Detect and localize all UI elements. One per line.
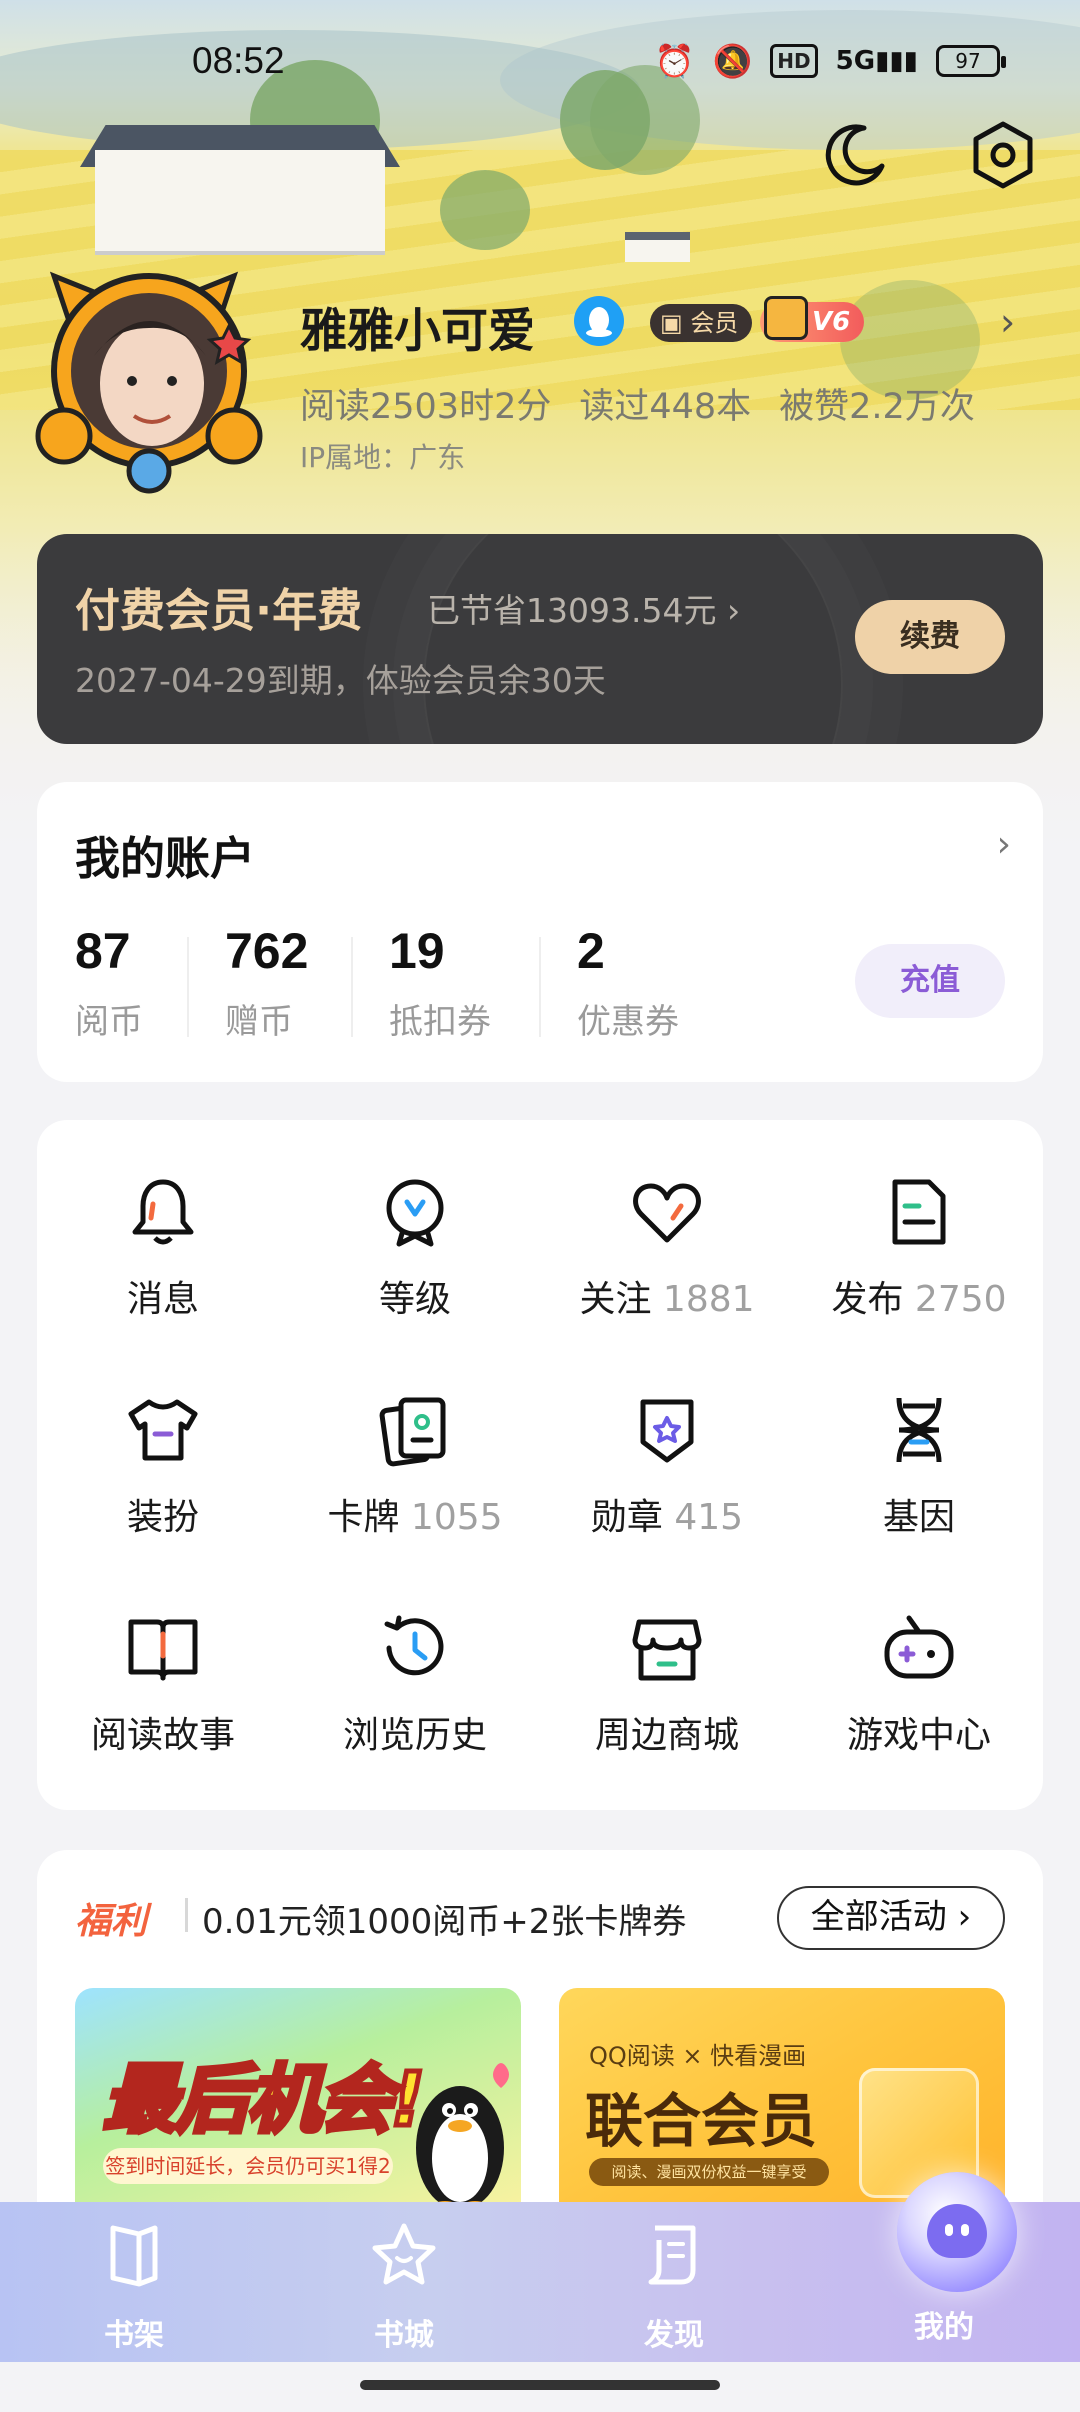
grid-item-reading-story[interactable]: 阅读故事 <box>37 1608 289 1778</box>
grid-item-gene[interactable]: 基因 <box>793 1390 1045 1560</box>
penguin-mascot-icon <box>416 2063 509 2215</box>
ip-location: IP属地：广东 <box>300 441 466 474</box>
feature-grid: 消息 等级 关注 1881 发布 2750 装扮 卡牌 1055 勋章 415 … <box>37 1120 1043 1810</box>
document-icon <box>892 1179 946 1245</box>
member-badge[interactable]: ▣ 会员 <box>650 304 753 342</box>
bottom-nav: 书架 书城 发现 我的 <box>0 2172 1080 2362</box>
membership-expire: 2027-04-29到期，体验会员余30天 <box>75 661 606 700</box>
grid-item-medals[interactable]: 勋章 415 <box>541 1390 793 1560</box>
account-chevron-icon[interactable]: › <box>997 824 1011 865</box>
medal-icon <box>640 1399 694 1463</box>
alarm-icon: ⏰ <box>654 42 695 80</box>
home-indicator[interactable] <box>360 2380 720 2390</box>
nav-bookshelf[interactable]: 书架 <box>64 2220 204 2354</box>
grid-item-game-center[interactable]: 游戏中心 <box>793 1608 1045 1778</box>
level-icon <box>386 1179 444 1247</box>
cards-icon <box>379 1397 446 1467</box>
clock: 08:52 <box>192 40 285 81</box>
mine-orb-icon[interactable] <box>897 2172 1017 2292</box>
night-mode-icon[interactable] <box>820 120 890 190</box>
vip-level-badge[interactable]: V6 <box>760 296 865 342</box>
grid-item-following[interactable]: 关注 1881 <box>541 1172 793 1342</box>
nav-bookstore[interactable]: 书城 <box>334 2220 474 2354</box>
account-item-voucher[interactable]: 19 抵扣券 <box>389 922 491 1043</box>
shirt-icon <box>128 1399 198 1461</box>
recharge-button[interactable]: 充值 <box>855 944 1005 1018</box>
mute-icon: 🔕 <box>712 42 753 80</box>
account-item-coupon[interactable]: 2 优惠券 <box>577 922 679 1043</box>
signal-icon: 5G▮▮▮ <box>835 46 918 76</box>
books-read: 读过448本 <box>579 387 752 427</box>
hd-badge: HD <box>770 44 818 78</box>
status-bar: 08:52 ⏰ 🔕 HD 5G▮▮▮ 97 <box>0 30 1080 92</box>
account-item-yuebi[interactable]: 87 阅币 <box>75 922 143 1043</box>
heart-icon <box>633 1183 701 1243</box>
account-item-zengbi[interactable]: 762 赠币 <box>225 922 308 1043</box>
likes-count: 被赞2.2万次 <box>779 387 975 427</box>
nav-mine[interactable]: 我的 <box>874 2302 1014 2346</box>
star-icon <box>372 2223 436 2285</box>
bookshelf-icon <box>110 2225 158 2287</box>
profile-chevron-icon[interactable]: › <box>1000 300 1015 344</box>
avatar[interactable] <box>34 256 284 496</box>
book-icon <box>128 1619 198 1681</box>
vip-mascot-icon <box>764 296 808 340</box>
welfare-tag: 福利 <box>75 1901 148 1942</box>
shop-icon <box>632 1619 702 1681</box>
account-title[interactable]: 我的账户 <box>75 822 255 887</box>
qq-icon <box>574 296 624 346</box>
discover-icon <box>648 2225 696 2285</box>
grid-item-cards[interactable]: 卡牌 1055 <box>289 1390 541 1560</box>
nickname[interactable]: 雅雅小可爱 <box>300 292 535 361</box>
account-card: 我的账户 › 87 阅币 762 赠币 19 抵扣券 2 优惠券 充值 <box>37 782 1043 1082</box>
renew-button[interactable]: 续费 <box>855 600 1005 674</box>
publish-count: 2750 <box>914 1279 1007 1320</box>
grid-item-shop[interactable]: 周边商城 <box>541 1608 793 1778</box>
grid-item-publish[interactable]: 发布 2750 <box>793 1172 1045 1342</box>
battery-icon: 97 <box>936 45 1006 77</box>
grid-item-dressup[interactable]: 装扮 <box>37 1390 289 1560</box>
membership-title: 付费会员·年费 <box>75 584 363 637</box>
banner-last-chance[interactable]: 最后机会! 签到时间延长，会员仍可买1得2 <box>75 1988 521 2228</box>
grid-item-level[interactable]: 等级 <box>289 1172 541 1342</box>
membership-saved[interactable]: 已节省13093.54元 › <box>427 584 740 632</box>
dna-icon <box>896 1397 942 1463</box>
following-count: 1881 <box>662 1279 755 1320</box>
clock-icon <box>384 1615 444 1676</box>
welfare-promo-text[interactable]: 0.01元领1000阅币+2张卡牌券 <box>202 1894 686 1943</box>
medals-count: 415 <box>674 1497 744 1538</box>
all-activities-button[interactable]: 全部活动 › <box>777 1886 1005 1950</box>
reading-stats: 阅读2503时2分 读过448本 被赞2.2万次 <box>300 378 975 429</box>
gamepad-icon <box>884 1615 954 1679</box>
bell-icon <box>132 1179 194 1245</box>
nav-discover[interactable]: 发现 <box>604 2220 744 2354</box>
grid-item-messages[interactable]: 消息 <box>37 1172 289 1342</box>
cards-count: 1055 <box>410 1497 503 1538</box>
membership-card[interactable]: 付费会员·年费 已节省13093.54元 › 2027-04-29到期，体验会员… <box>37 534 1043 744</box>
settings-icon[interactable] <box>968 120 1038 190</box>
grid-item-history[interactable]: 浏览历史 <box>289 1608 541 1778</box>
reading-time: 阅读2503时2分 <box>300 387 552 427</box>
